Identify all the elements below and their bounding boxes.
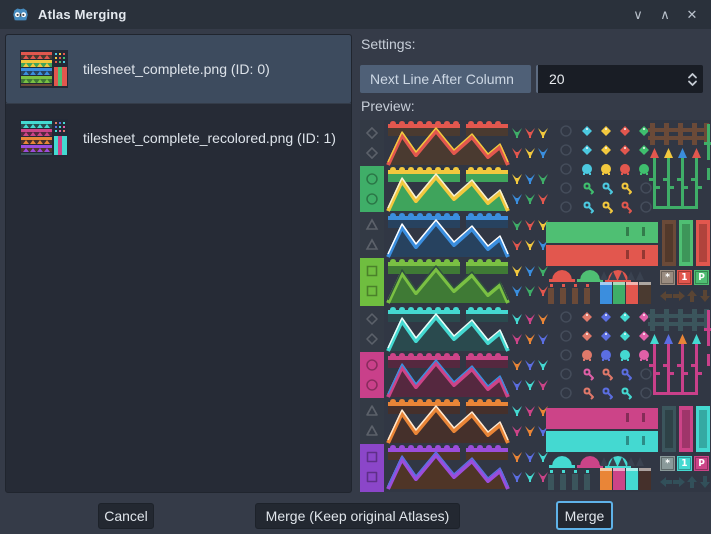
settings-heading: Settings: xyxy=(361,36,416,52)
next-line-after-column-input[interactable] xyxy=(538,71,681,87)
next-line-after-column-spinbox[interactable] xyxy=(536,65,703,93)
atlas-item-label: tilesheet_complete_recolored.png (ID: 1) xyxy=(83,129,336,146)
window-close-icon[interactable]: ✕ xyxy=(685,7,699,23)
atlas-list-item-0[interactable]: tilesheet_complete.png (ID: 0) xyxy=(6,35,351,103)
atlas-thumbnail-0 xyxy=(20,50,68,88)
atlas-list: tilesheet_complete.png (ID: 0) tilesheet… xyxy=(5,34,352,493)
spinbox-updown-icon[interactable] xyxy=(681,68,703,90)
dialog-title: Atlas Merging xyxy=(38,7,127,22)
merge-keep-original-button[interactable]: Merge (Keep original Atlases) xyxy=(255,503,460,529)
atlas-list-item-1[interactable]: tilesheet_complete_recolored.png (ID: 1) xyxy=(6,103,351,171)
window-shade-icon[interactable]: ∨ xyxy=(631,7,645,23)
godot-icon xyxy=(13,8,28,21)
window-unshade-icon[interactable]: ∧ xyxy=(658,7,672,23)
dialog-titlebar: Atlas Merging ∨ ∧ ✕ xyxy=(0,0,711,29)
preview-heading: Preview: xyxy=(361,98,415,114)
atlas-item-label: tilesheet_complete.png (ID: 0) xyxy=(83,61,270,77)
cancel-button[interactable]: Cancel xyxy=(98,503,154,529)
next-line-after-column-label: Next Line After Column xyxy=(360,65,531,93)
atlas-thumbnail-1 xyxy=(20,118,68,157)
window-controls: ∨ ∧ ✕ xyxy=(631,7,699,23)
preview-canvas xyxy=(360,120,711,492)
merge-button[interactable]: Merge xyxy=(556,501,613,530)
